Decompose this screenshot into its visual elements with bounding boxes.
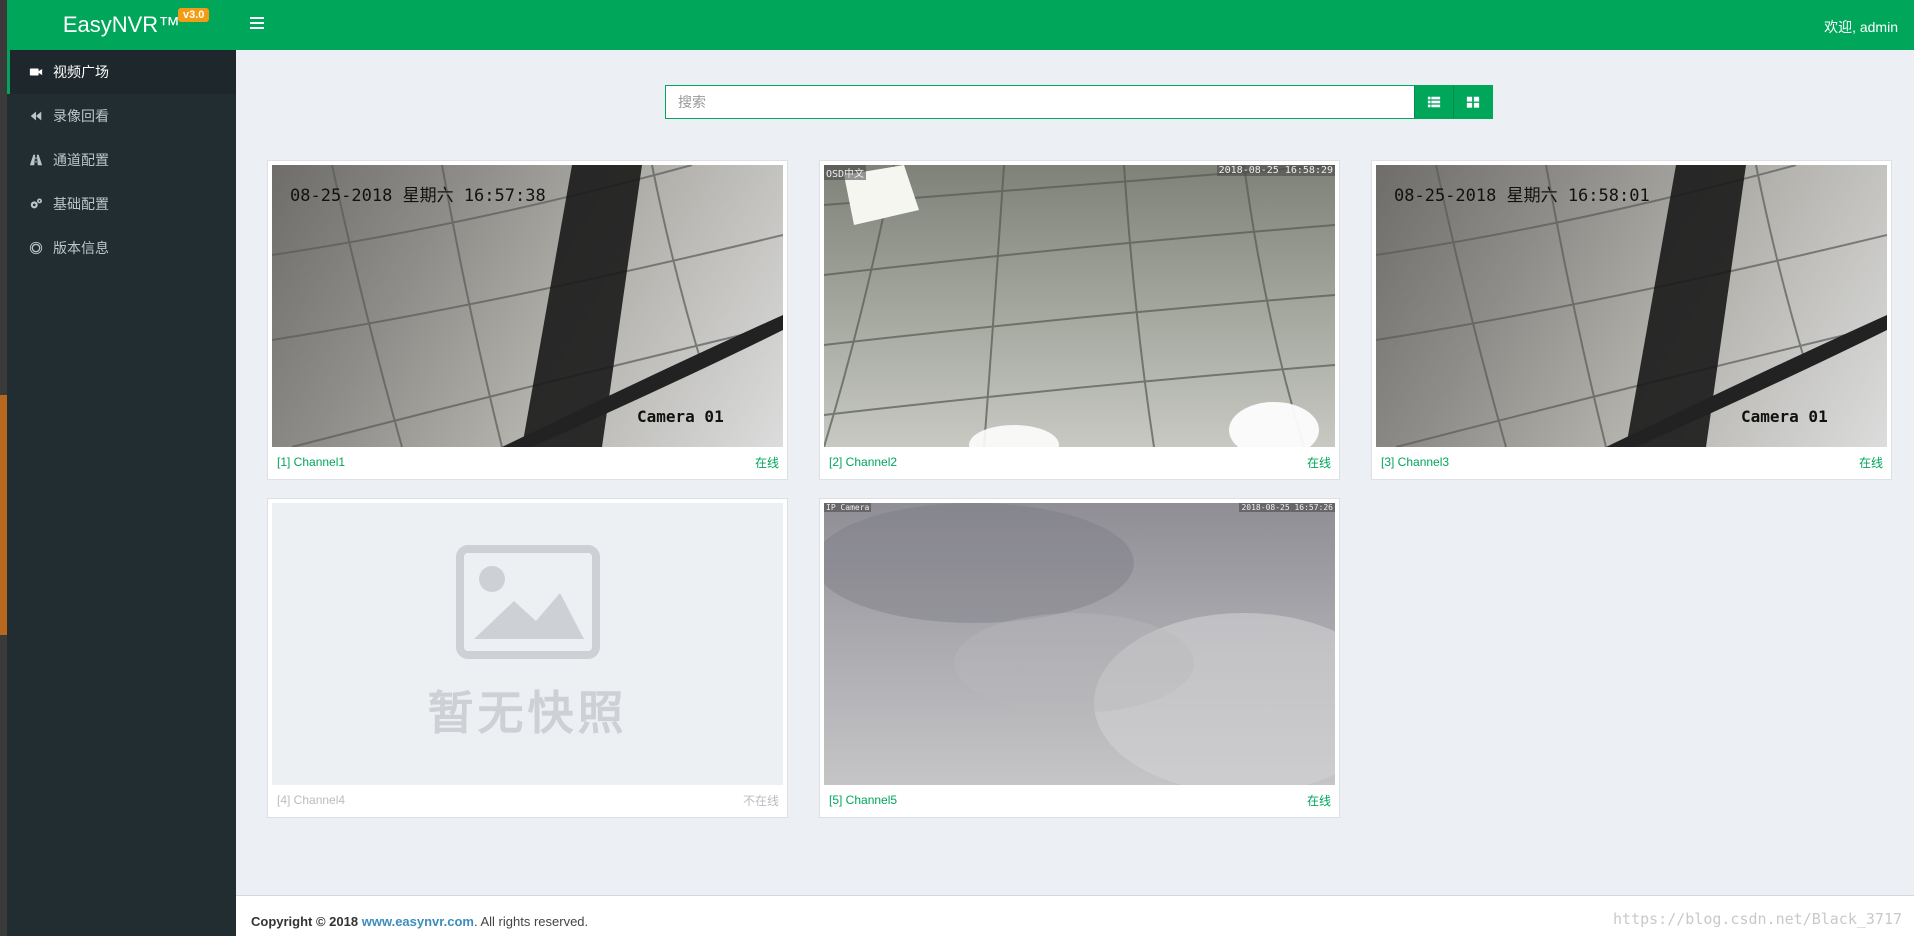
channel-name[interactable]: [2] Channel2 [829, 455, 897, 469]
status-text: 不在线 [742, 793, 779, 808]
app-name: EasyNVR™ [62, 12, 181, 37]
sidebar-item-label: 基础配置 [53, 196, 109, 212]
page-footer: Copyright © 2018 www.easynvr.com. All ri… [236, 895, 1914, 936]
video-camera-icon [28, 64, 44, 80]
sidebar-item-channel-config[interactable]: 通道配置 [7, 138, 236, 182]
status-online: 在线 [1292, 792, 1331, 809]
channel-card[interactable]: 暂无快照 [4] Channel4 不在线 [267, 498, 788, 818]
top-navbar: 欢迎, admin [236, 0, 1914, 50]
channel-card[interactable]: IP Camera 2018-08-25 16:57:26 [5] Channe… [819, 498, 1340, 818]
osd-timestamp: 08-25-2018 星期六 16:58:01 [1394, 186, 1650, 206]
osd-camera-label: Camera 01 [1741, 407, 1828, 426]
search-input[interactable] [666, 86, 1414, 118]
status-offline: 不在线 [728, 792, 779, 809]
copyright-suffix: . All rights reserved. [473, 914, 589, 929]
channel-card[interactable]: 08-25-2018 星期六 16:57:38 Camera 01 [1] Ch… [267, 160, 788, 480]
sidebar-item-label: 视频广场 [53, 64, 109, 80]
osd-title: OSD中文 [824, 165, 867, 180]
grid-view-button[interactable] [1453, 86, 1492, 118]
check-circle-icon [740, 456, 752, 468]
copyright-prefix: Copyright © 2018 [251, 914, 359, 929]
grid-view-icon [1466, 96, 1480, 108]
list-view-button[interactable] [1414, 86, 1453, 118]
osd-timestamp: 2018-08-25 16:57:26 [1239, 503, 1335, 512]
life-ring-icon [28, 240, 44, 256]
watermark: https://blog.csdn.net/Black_3717 [1613, 910, 1902, 928]
cogs-icon [28, 196, 44, 212]
check-circle-icon [728, 794, 740, 806]
copyright-text: Copyright © 2018 www.easynvr.com. All ri… [251, 914, 588, 929]
channel-snapshot[interactable]: OSD中文 2018-08-25 16:58:29 [824, 165, 1335, 447]
status-online: 在线 [1292, 454, 1331, 471]
sidebar-toggle-icon[interactable] [250, 17, 264, 31]
status-online: 在线 [740, 454, 779, 471]
channel-name[interactable]: [1] Channel1 [277, 455, 345, 469]
list-view-icon [1427, 96, 1441, 108]
sidebar-item-label: 版本信息 [53, 240, 109, 256]
channel-snapshot[interactable]: IP Camera 2018-08-25 16:57:26 [824, 503, 1335, 785]
status-text: 在线 [1306, 455, 1331, 470]
status-online: 在线 [1844, 454, 1883, 471]
status-text: 在线 [1306, 793, 1331, 808]
website-link[interactable]: www.easynvr.com [362, 914, 474, 929]
check-circle-icon [1292, 456, 1304, 468]
osd-camera-label: Camera 01 [637, 407, 724, 426]
status-text: 在线 [754, 455, 779, 470]
channel-card[interactable]: 08-25-2018 星期六 16:58:01 Camera 01 [3] Ch… [1371, 160, 1892, 480]
osd-timestamp: 08-25-2018 星期六 16:57:38 [290, 186, 546, 206]
check-circle-icon [1292, 794, 1304, 806]
sidebar-item-playback[interactable]: 录像回看 [7, 94, 236, 138]
version-badge: v3.0 [178, 8, 210, 22]
user-welcome[interactable]: 欢迎, admin [1824, 17, 1898, 37]
image-placeholder-icon [455, 545, 600, 659]
no-snapshot-placeholder[interactable]: 暂无快照 [272, 503, 783, 785]
sidebar-menu: 视频广场 录像回看 通道配置 基础配置 版本信息 [7, 50, 236, 270]
sidebar-item-label: 通道配置 [53, 152, 109, 168]
channel-snapshot[interactable]: 08-25-2018 星期六 16:58:01 Camera 01 [1376, 165, 1887, 447]
osd-title: IP Camera [824, 503, 872, 512]
search-group [665, 85, 1493, 119]
channel-name[interactable]: [5] Channel5 [829, 793, 897, 807]
sidebar-item-label: 录像回看 [53, 108, 109, 124]
sidebar-item-video-square[interactable]: 视频广场 [7, 50, 236, 94]
window-edge [0, 0, 7, 936]
app-logo[interactable]: EasyNVR™ v3.0 [7, 0, 236, 50]
sidebar-item-version-info[interactable]: 版本信息 [7, 226, 236, 270]
backward-icon [28, 108, 44, 124]
status-text: 在线 [1858, 455, 1883, 470]
channel-snapshot[interactable]: 08-25-2018 星期六 16:57:38 Camera 01 [272, 165, 783, 447]
no-snapshot-text: 暂无快照 [427, 687, 628, 739]
channel-name[interactable]: [3] Channel3 [1381, 455, 1449, 469]
check-circle-icon [1844, 456, 1856, 468]
road-icon [28, 152, 44, 168]
channel-card[interactable]: OSD中文 2018-08-25 16:58:29 [2] Channel2 在… [819, 160, 1340, 480]
sidebar-item-basic-config[interactable]: 基础配置 [7, 182, 236, 226]
sidebar: EasyNVR™ v3.0 视频广场 录像回看 通道配置 基础配置 版本信息 [7, 0, 236, 936]
osd-timestamp: 2018-08-25 16:58:29 [1216, 165, 1335, 176]
channel-name[interactable]: [4] Channel4 [277, 793, 345, 807]
